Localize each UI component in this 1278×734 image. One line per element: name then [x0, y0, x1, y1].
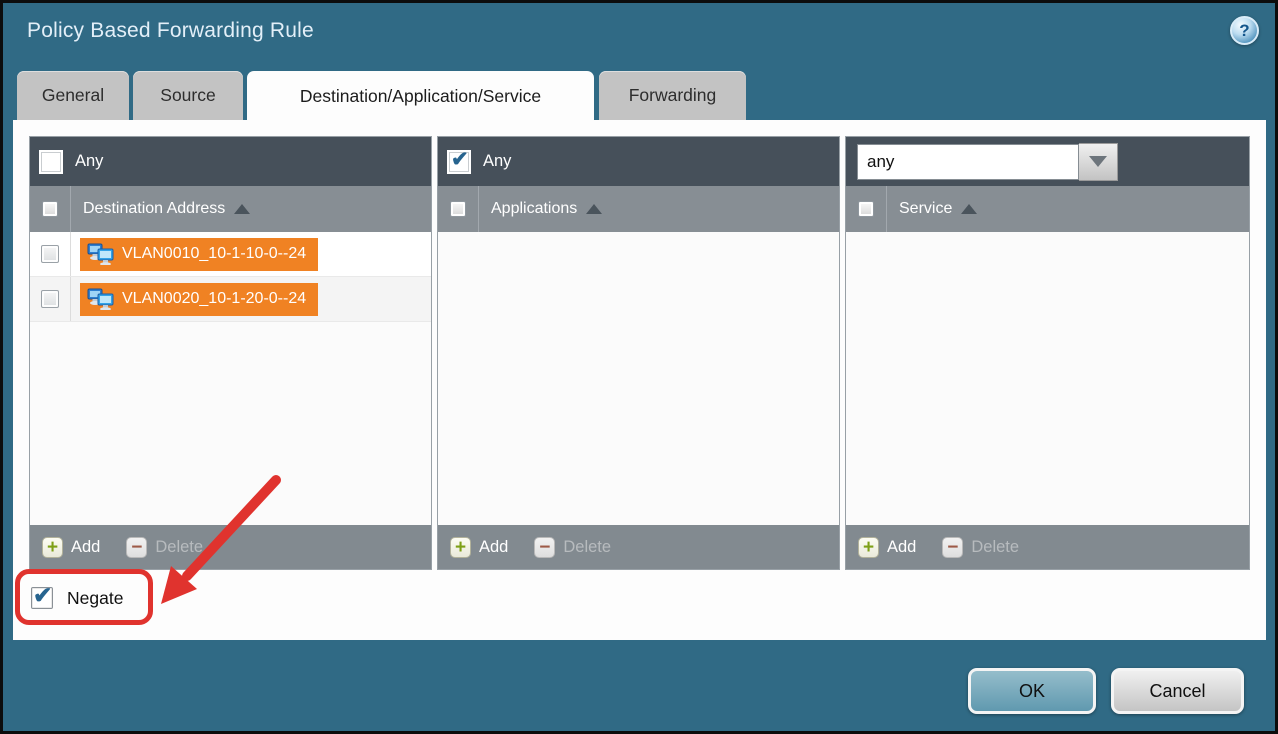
service-dropdown-value[interactable]: any [857, 144, 1079, 180]
destination-address-listbox: Any Destination Address [29, 136, 432, 570]
network-icon [87, 288, 114, 310]
chevron-down-icon [1089, 156, 1107, 167]
tab-forwarding[interactable]: Forwarding [599, 71, 746, 120]
tab-content-panel: Any Destination Address [13, 120, 1266, 640]
sort-asc-icon [586, 204, 602, 214]
applications-footer-bar: + Add − Delete [438, 525, 839, 569]
negate-checkbox[interactable] [31, 587, 53, 609]
applications-listbox: Any Applications + Add − Delete [437, 136, 840, 570]
any-checkbox-applications[interactable] [449, 152, 469, 172]
ok-button[interactable]: OK [968, 668, 1096, 714]
tab-source[interactable]: Source [133, 71, 243, 120]
tab-destination-application-service[interactable]: Destination/Application/Service [247, 71, 594, 121]
select-all-checkbox-service[interactable] [858, 201, 874, 217]
service-listbox: any Service + Add − Delete [845, 136, 1250, 570]
service-dropdown[interactable]: any [857, 143, 1118, 181]
table-row[interactable]: VLAN0020_10-1-20-0--24 [30, 277, 431, 322]
add-plus-icon: + [42, 537, 63, 558]
service-list [846, 232, 1249, 525]
add-button-service[interactable]: + Add [858, 537, 916, 558]
add-plus-icon: + [450, 537, 471, 558]
delete-minus-icon: − [126, 537, 147, 558]
tab-general[interactable]: General [17, 71, 129, 120]
destination-address-header-row[interactable]: Destination Address [30, 186, 431, 232]
sort-asc-icon [961, 204, 977, 214]
table-row[interactable]: VLAN0010_10-1-10-0--24 [30, 232, 431, 277]
select-all-checkbox-applications[interactable] [450, 201, 466, 217]
delete-button-applications[interactable]: − Delete [534, 537, 611, 558]
destination-any-bar: Any [30, 137, 431, 186]
dialog-title: Policy Based Forwarding Rule [27, 19, 314, 43]
delete-minus-icon: − [534, 537, 555, 558]
applications-any-bar: Any [438, 137, 839, 186]
select-all-checkbox-destination[interactable] [42, 201, 58, 217]
cancel-button[interactable]: Cancel [1111, 668, 1244, 714]
service-footer-bar: + Add − Delete [846, 525, 1249, 569]
any-label: Any [75, 152, 103, 171]
add-button-destination[interactable]: + Add [42, 537, 100, 558]
destination-address-column-header: Destination Address [83, 200, 225, 218]
address-object-vlan0020[interactable]: VLAN0020_10-1-20-0--24 [80, 283, 318, 316]
negate-label: Negate [67, 588, 123, 609]
service-dropdown-button[interactable] [1079, 143, 1118, 181]
applications-column-header: Applications [491, 200, 577, 218]
service-header-row[interactable]: Service [846, 186, 1249, 232]
row-checkbox-vlan0020[interactable] [41, 290, 59, 308]
sort-asc-icon [234, 204, 250, 214]
destination-address-list: VLAN0010_10-1-10-0--24 [30, 232, 431, 525]
service-column-header: Service [899, 200, 952, 218]
service-dropdown-bar: any [846, 137, 1249, 186]
network-icon [87, 243, 114, 265]
row-checkbox-vlan0010[interactable] [41, 245, 59, 263]
any-label: Any [483, 152, 511, 171]
applications-header-row[interactable]: Applications [438, 186, 839, 232]
delete-button-destination[interactable]: − Delete [126, 537, 203, 558]
add-plus-icon: + [858, 537, 879, 558]
address-object-label: VLAN0020_10-1-20-0--24 [122, 290, 306, 308]
applications-list [438, 232, 839, 525]
help-icon[interactable]: ? [1230, 16, 1259, 45]
address-object-vlan0010[interactable]: VLAN0010_10-1-10-0--24 [80, 238, 318, 271]
delete-minus-icon: − [942, 537, 963, 558]
destination-footer-bar: + Add − Delete [30, 525, 431, 569]
add-button-applications[interactable]: + Add [450, 537, 508, 558]
policy-based-forwarding-dialog: Policy Based Forwarding Rule ? General S… [0, 0, 1278, 734]
delete-button-service[interactable]: − Delete [942, 537, 1019, 558]
address-object-label: VLAN0010_10-1-10-0--24 [122, 245, 306, 263]
any-checkbox-destination[interactable] [41, 152, 61, 172]
